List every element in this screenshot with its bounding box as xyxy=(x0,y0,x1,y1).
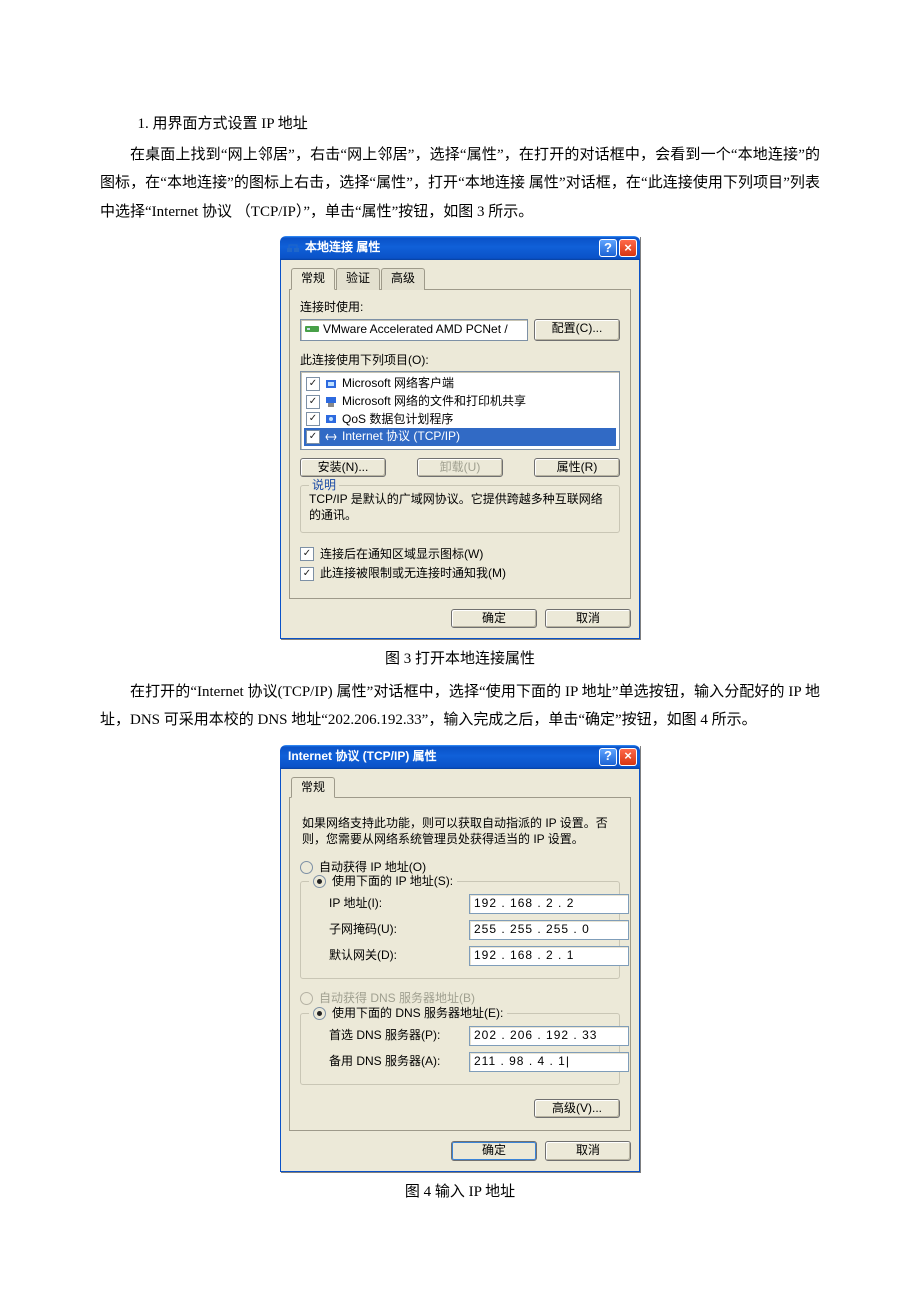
auto-dns-label: 自动获得 DNS 服务器地址(B) xyxy=(319,991,475,1007)
description-group: 说明 TCP/IP 是默认的广域网协议。它提供跨越多种互联网络的通讯。 xyxy=(300,485,620,532)
uninstall-button: 卸载(U) xyxy=(417,458,503,478)
ip-label: IP 地址(I): xyxy=(329,896,469,912)
tray-label: 连接后在通知区域显示图标(W) xyxy=(320,547,483,563)
manual-ip-radio[interactable] xyxy=(313,875,326,888)
figure-4-caption: 图 4 输入 IP 地址 xyxy=(100,1178,820,1207)
cancel-button[interactable]: 取消 xyxy=(545,609,631,629)
tab-advanced[interactable]: 高级 xyxy=(381,268,425,290)
dns1-input[interactable]: 202 . 206 . 192 . 33 xyxy=(469,1026,629,1046)
notify-label: 此连接被限制或无连接时通知我(M) xyxy=(320,566,506,582)
description-legend: 说明 xyxy=(309,478,339,494)
tray-checkbox[interactable]: ✓ xyxy=(300,547,314,561)
list-item-label: QoS 数据包计划程序 xyxy=(342,412,453,428)
help-button[interactable]: ? xyxy=(599,748,617,766)
list-item-label: Microsoft 网络客户端 xyxy=(342,376,454,392)
title-text: Internet 协议 (TCP/IP) 属性 xyxy=(288,749,599,765)
adapter-name: VMware Accelerated AMD PCNet / xyxy=(323,322,508,338)
mask-label: 子网掩码(U): xyxy=(329,922,469,938)
items-list[interactable]: ✓ Microsoft 网络客户端 ✓ Microsoft 网络的文件和打印机共… xyxy=(300,371,620,449)
list-item[interactable]: ✓ QoS 数据包计划程序 xyxy=(304,411,616,429)
list-item-label: Internet 协议 (TCP/IP) xyxy=(342,429,460,445)
gateway-input[interactable]: 192 . 168 . 2 . 1 xyxy=(469,946,629,966)
manual-dns-label: 使用下面的 DNS 服务器地址(E): xyxy=(332,1006,503,1022)
ok-button[interactable]: 确定 xyxy=(451,609,537,629)
share-icon xyxy=(324,395,338,409)
hint-text: 如果网络支持此功能，则可以获取自动指派的 IP 设置。否则，您需要从网络系统管理… xyxy=(302,816,618,847)
tab-general[interactable]: 常规 xyxy=(291,777,335,799)
list-item[interactable]: ✓ Microsoft 网络客户端 xyxy=(304,375,616,393)
qos-icon xyxy=(324,412,338,426)
close-button[interactable]: × xyxy=(619,748,637,766)
manual-ip-group: 使用下面的 IP 地址(S): IP 地址(I): 192 . 168 . 2 … xyxy=(300,881,620,979)
close-button[interactable]: × xyxy=(619,239,637,257)
manual-ip-label: 使用下面的 IP 地址(S): xyxy=(332,874,453,890)
connection-icon xyxy=(286,241,300,255)
tabpanel-general: 如果网络支持此功能，则可以获取自动指派的 IP 设置。否则，您需要从网络系统管理… xyxy=(289,797,631,1131)
auto-dns-radio xyxy=(300,992,313,1005)
auto-ip-radio[interactable] xyxy=(300,861,313,874)
ip-input[interactable]: 192 . 168 . 2 . 2 xyxy=(469,894,629,914)
connect-using-label: 连接时使用: xyxy=(300,300,620,316)
figure-3-caption: 图 3 打开本地连接属性 xyxy=(100,645,820,674)
description-text: TCP/IP 是默认的广域网协议。它提供跨越多种互联网络的通讯。 xyxy=(309,492,611,523)
configure-button[interactable]: 配置(C)... xyxy=(534,319,620,341)
list-item-label: Microsoft 网络的文件和打印机共享 xyxy=(342,394,526,410)
titlebar[interactable]: 本地连接 属性 ? × xyxy=(280,236,640,260)
advanced-button[interactable]: 高级(V)... xyxy=(534,1099,620,1119)
nic-icon xyxy=(305,323,319,337)
client-icon xyxy=(324,377,338,391)
checkbox-icon[interactable]: ✓ xyxy=(306,377,320,391)
list-item[interactable]: ✓ Microsoft 网络的文件和打印机共享 xyxy=(304,393,616,411)
tab-auth[interactable]: 验证 xyxy=(336,268,380,290)
paragraph-2: 在打开的“Internet 协议(TCP/IP) 属性”对话框中，选择“使用下面… xyxy=(100,678,820,735)
list-item[interactable]: ✓ Internet 协议 (TCP/IP) xyxy=(304,428,616,446)
dialog-local-connection: 本地连接 属性 ? × 常规 验证 高级 连接时使用: VMware xyxy=(280,236,640,639)
auto-ip-label: 自动获得 IP 地址(O) xyxy=(319,860,426,876)
items-label: 此连接使用下列项目(O): xyxy=(300,353,620,369)
manual-dns-group: 使用下面的 DNS 服务器地址(E): 首选 DNS 服务器(P): 202 .… xyxy=(300,1013,620,1085)
cancel-button[interactable]: 取消 xyxy=(545,1141,631,1161)
titlebar[interactable]: Internet 协议 (TCP/IP) 属性 ? × xyxy=(280,745,640,769)
page: 1. 用界面方式设置 IP 地址 在桌面上找到“网上邻居”，右击“网上邻居”，选… xyxy=(100,0,820,1290)
manual-dns-radio[interactable] xyxy=(313,1007,326,1020)
dialog-tcpip: Internet 协议 (TCP/IP) 属性 ? × 常规 如果网络支持此功能… xyxy=(280,745,640,1172)
ok-button[interactable]: 确定 xyxy=(451,1141,537,1161)
tabs: 常规 验证 高级 xyxy=(289,268,631,290)
checkbox-icon[interactable]: ✓ xyxy=(306,412,320,426)
mask-input[interactable]: 255 . 255 . 255 . 0 xyxy=(469,920,629,940)
checkbox-icon[interactable]: ✓ xyxy=(306,395,320,409)
install-button[interactable]: 安装(N)... xyxy=(300,458,386,478)
tabpanel-general: 连接时使用: VMware Accelerated AMD PCNet / 配置… xyxy=(289,289,631,599)
adapter-field: VMware Accelerated AMD PCNet / xyxy=(300,319,528,341)
paragraph-1: 在桌面上找到“网上邻居”，右击“网上邻居”，选择“属性”，在打开的对话框中，会看… xyxy=(100,141,820,227)
dns2-input[interactable]: 211 . 98 . 4 . 1| xyxy=(469,1052,629,1072)
section-heading: 1. 用界面方式设置 IP 地址 xyxy=(100,110,820,139)
dns2-label: 备用 DNS 服务器(A): xyxy=(329,1054,469,1070)
protocol-icon xyxy=(324,430,338,444)
dns1-label: 首选 DNS 服务器(P): xyxy=(329,1028,469,1044)
title-text: 本地连接 属性 xyxy=(305,240,599,256)
tab-general[interactable]: 常规 xyxy=(291,268,335,290)
checkbox-icon[interactable]: ✓ xyxy=(306,430,320,444)
help-button[interactable]: ? xyxy=(599,239,617,257)
properties-button[interactable]: 属性(R) xyxy=(534,458,620,478)
gateway-label: 默认网关(D): xyxy=(329,948,469,964)
notify-checkbox[interactable]: ✓ xyxy=(300,567,314,581)
